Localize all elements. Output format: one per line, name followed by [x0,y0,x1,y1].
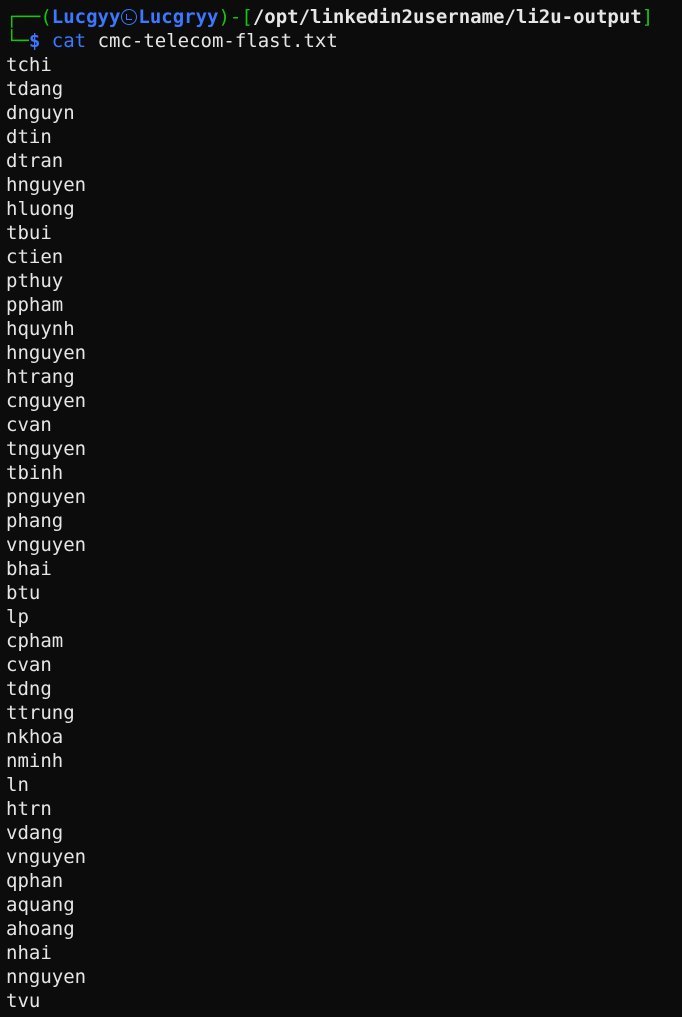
output-line: hnguyen [6,174,87,196]
prompt-command-line[interactable]: └─$ cat cmc-telecom-flast.txt [6,29,338,53]
output-line: ahoang [6,918,75,940]
output-line: dtin [6,126,52,148]
output-line: tvu [6,990,41,1012]
command-name: cat [51,30,87,52]
output-line: lp [6,606,29,628]
output-line: cvan [6,654,52,676]
output-line: ctien [6,246,64,268]
output-line: ln [6,774,29,796]
output-line: pnguyen [6,486,87,508]
output-line: nminh [6,750,64,772]
output-line: tchi [6,54,52,76]
output-line: nnguyen [6,966,87,988]
prompt-dollar: $ [28,30,41,52]
terminal-window[interactable]: ┌──(Lucgyy Lucgryy)-[/opt/linkedin2userna… [0,0,682,1017]
prompt-corner-bottom: └─ [6,30,29,52]
command-output: tchi tdang dnguyn dtin dtran hnguyen hluong tbu… [6,53,86,1013]
prompt-hostname: Lucgryy [138,6,219,28]
output-line: htrn [6,798,52,820]
output-line: hnguyen [6,342,87,364]
kali-skull-icon [121,9,138,25]
prompt-username: Lucgyy [51,6,121,28]
output-line: cnguyen [6,390,87,412]
prompt-corner-top: ┌──( [6,6,52,28]
output-line: aquang [6,894,75,916]
output-line: cvan [6,414,52,436]
output-line: vdang [6,822,64,844]
output-line: ttrung [6,702,75,724]
output-line: ppham [6,294,64,316]
output-line: tbui [6,222,52,244]
output-line: tdng [6,678,52,700]
output-line: dtran [6,150,64,172]
output-line: nkhoa [6,726,64,748]
output-line: tnguyen [6,438,87,460]
output-line: htrang [6,366,75,388]
command-argument: cmc-telecom-flast.txt [97,30,338,52]
output-line: qphan [6,870,64,892]
output-line: pthuy [6,270,64,292]
output-line: nhai [6,942,52,964]
output-line: vnguyen [6,534,87,556]
output-line: tbinh [6,462,64,484]
output-line: hquynh [6,318,75,340]
output-line: btu [6,582,41,604]
prompt-paren-bracket: )-[ [218,6,253,28]
output-line: vnguyen [6,846,87,868]
prompt-close-bracket: ] [641,6,654,28]
prompt-header-line: ┌──(Lucgyy Lucgryy)-[/opt/linkedin2userna… [6,5,653,29]
output-line: cpham [6,630,64,652]
output-line: phang [6,510,64,532]
output-line: hluong [6,198,75,220]
prompt-cwd: /opt/linkedin2username/li2u-output [252,6,642,28]
output-line: tdang [6,78,64,100]
output-line: bhai [6,558,52,580]
output-line: dnguyn [6,102,75,124]
